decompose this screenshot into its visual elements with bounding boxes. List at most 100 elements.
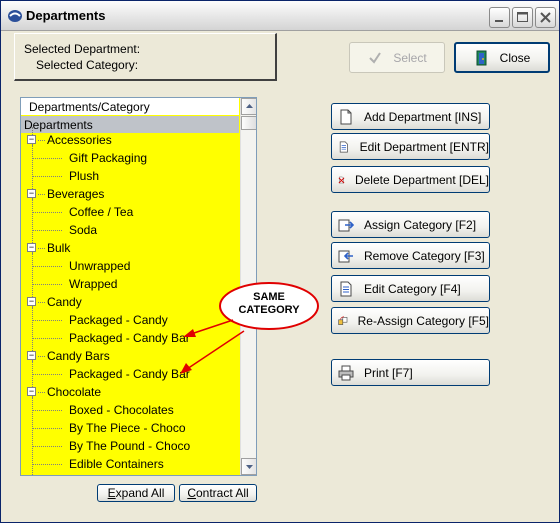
tree-collapse-toggle[interactable]: − [27, 351, 36, 360]
tree-connector [38, 140, 45, 141]
tree-category-node[interactable]: Soda [69, 223, 97, 237]
tree-connector [32, 176, 62, 177]
tree-group-node[interactable]: Candy [47, 295, 82, 309]
tree-connector [32, 307, 33, 339]
tree-category-node[interactable]: Wrapped [69, 277, 117, 291]
tree-connector [32, 145, 33, 177]
tree-category-node[interactable]: By The Pound - Choco [69, 439, 190, 453]
exit-door-icon [476, 50, 487, 65]
contract-all-button[interactable]: Contract All [179, 484, 257, 502]
edit-document-icon [339, 141, 348, 152]
assign-category-label: Assign Category [F2] [364, 217, 477, 232]
callout-line-1: SAME [253, 291, 285, 303]
window-close-button[interactable] [535, 7, 556, 28]
minimize-button[interactable] [489, 7, 510, 28]
minimize-icon [495, 20, 503, 22]
tree-connector [32, 446, 62, 447]
tree-group-node[interactable]: Candy Bars [47, 349, 110, 363]
tree-collapse-toggle[interactable]: − [27, 135, 36, 144]
title-bar[interactable]: Departments [1, 1, 559, 31]
tree-connector [32, 266, 62, 267]
departments-window: Departments Selected Department: Selecte… [0, 0, 560, 523]
edit-document-icon [340, 281, 352, 296]
tree-collapse-toggle[interactable]: − [27, 387, 36, 396]
tree-group-node[interactable]: Accessories [47, 133, 112, 147]
tree-connector [32, 397, 33, 465]
tree-connector [32, 320, 62, 321]
assign-category-button[interactable]: Assign Category [F2] [331, 211, 490, 238]
tree-group-node[interactable]: Chocolate [47, 385, 101, 399]
scroll-up-button[interactable] [241, 98, 256, 115]
tree-category-node[interactable]: Packaged - Candy Bar [69, 367, 190, 381]
tree-category-node[interactable]: By The Piece - Choco [69, 421, 186, 435]
close-button-label: Close [499, 50, 531, 65]
window-title: Departments [26, 8, 106, 23]
remove-category-button[interactable]: Remove Category [F3] [331, 242, 490, 269]
delete-department-label: Delete Department [DEL] [354, 172, 489, 187]
callout-line-2: CATEGORY [238, 304, 300, 316]
tree-connector [32, 464, 62, 465]
remove-category-icon [338, 250, 353, 262]
tree-scrollbar[interactable] [240, 98, 256, 475]
tree-connector [32, 158, 62, 159]
tree-connector [32, 284, 62, 285]
tree-connector [32, 253, 33, 285]
tree-category-node[interactable]: Boxed - Chocolates [69, 403, 174, 417]
checkmark-icon [369, 51, 382, 64]
scroll-down-button[interactable] [241, 458, 256, 475]
app-icon [8, 10, 22, 22]
tree-connector [32, 230, 62, 231]
edit-category-button[interactable]: Edit Category [F4] [331, 275, 490, 302]
tree-column-header[interactable]: Departments/Category [21, 98, 239, 115]
tree-collapse-toggle[interactable]: − [27, 189, 36, 198]
add-department-button[interactable]: Add Department [INS] [331, 103, 490, 130]
reassign-category-label: Re-Assign Category [F5] [357, 313, 489, 328]
tree-connector [32, 338, 62, 339]
tree-group-node[interactable]: Bulk [47, 241, 70, 255]
print-button[interactable]: Print [F7] [331, 359, 490, 386]
tree-connector [38, 248, 45, 249]
tree-root-departments[interactable]: Departments [21, 116, 239, 133]
delete-document-icon [338, 176, 345, 183]
new-document-icon [340, 109, 352, 124]
tree-body: − Accessories Gift Packaging Plush − Beverage… [21, 127, 239, 475]
selection-panel: Selected Department: Selected Category: [14, 33, 277, 81]
tree-category-node[interactable]: Coffee / Tea [69, 205, 133, 219]
reassign-category-button[interactable]: Re-Assign Category [F5] [331, 307, 490, 334]
assign-category-icon [338, 219, 354, 231]
tree-collapse-toggle[interactable]: − [27, 243, 36, 252]
tree-category-node[interactable]: Unwrapped [69, 259, 130, 273]
delete-department-button[interactable]: Delete Department [DEL] [331, 166, 490, 193]
callout-text: SAME CATEGORY [220, 291, 318, 317]
tree-connector [32, 361, 33, 375]
selected-category-label: Selected Category: [36, 58, 139, 72]
edit-department-button[interactable]: Edit Department [ENTR] [331, 133, 490, 160]
arrow-down-icon [246, 465, 253, 469]
tree-category-node[interactable]: Packaged - Candy Bar [69, 331, 190, 345]
tree-category-node[interactable]: Packaged - Candy [69, 313, 168, 327]
tree-connector [38, 194, 45, 195]
tree-collapse-toggle[interactable]: − [27, 297, 36, 306]
printer-icon [338, 365, 354, 380]
tree-group-node[interactable]: Beverages [47, 187, 104, 201]
tree-connector [38, 302, 45, 303]
tree-connector [32, 410, 62, 411]
department-category-tree[interactable]: Departments/Category Departments − Access… [20, 97, 257, 476]
scroll-thumb[interactable] [241, 116, 256, 130]
add-department-label: Add Department [INS] [364, 109, 482, 124]
select-button-label: Select [393, 50, 427, 65]
tree-connector [32, 428, 62, 429]
select-button[interactable]: Select [349, 42, 445, 73]
tree-connector [38, 356, 45, 357]
print-label: Print [F7] [364, 365, 413, 380]
tree-category-node[interactable]: Edible Containers [69, 457, 164, 471]
tree-connector [32, 374, 62, 375]
edit-category-label: Edit Category [F4] [364, 281, 461, 296]
close-button[interactable]: Close [454, 42, 550, 73]
expand-all-button[interactable]: Expand All [97, 484, 175, 502]
tree-category-node[interactable]: Plush [69, 169, 99, 183]
close-icon [540, 12, 551, 23]
tree-category-node[interactable]: Gift Packaging [69, 151, 147, 165]
maximize-button[interactable] [512, 7, 533, 28]
arrow-up-icon [246, 104, 253, 108]
